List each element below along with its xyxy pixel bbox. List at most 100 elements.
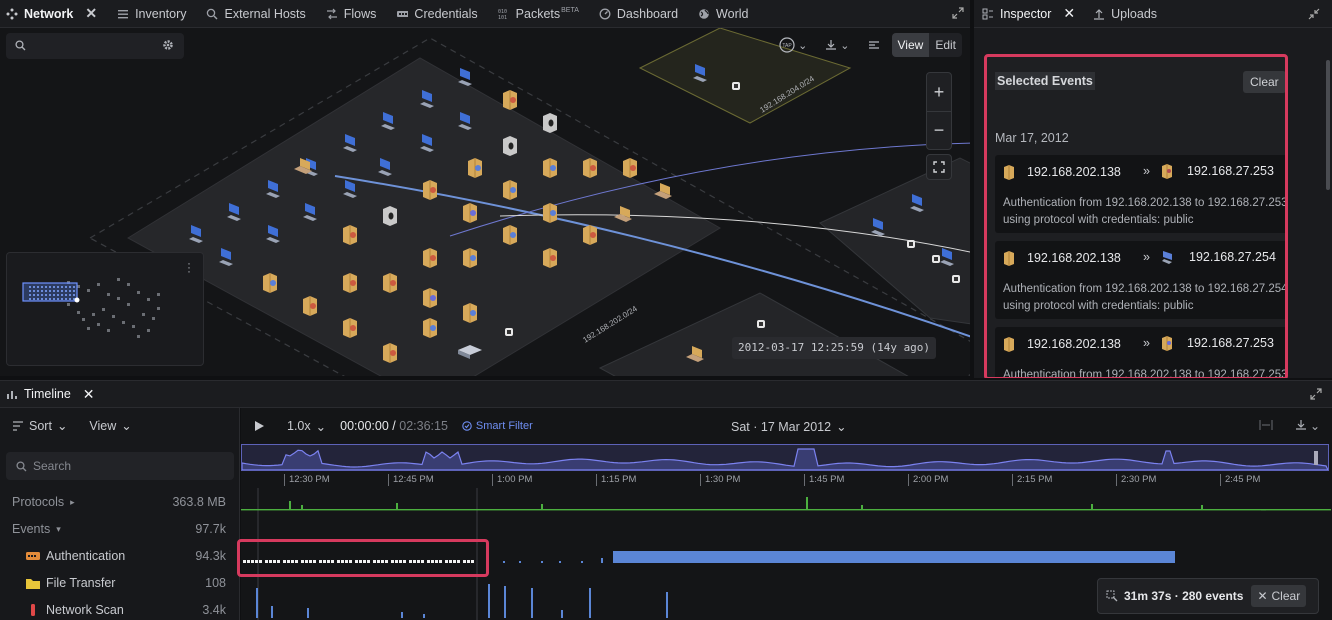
minimap[interactable]: · · ·: [6, 252, 204, 366]
event-header: 192.168.202.138 » 192.168.27.253: [1003, 336, 1274, 352]
zoom-out-button[interactable]: −: [927, 111, 951, 149]
server-icon[interactable]: [263, 273, 277, 293]
minimap-viewport[interactable]: [22, 282, 78, 302]
download-button[interactable]: ⌄: [1295, 419, 1320, 433]
linux-server-icon[interactable]: [503, 136, 517, 156]
server-icon[interactable]: [423, 288, 437, 308]
node-dot[interactable]: [907, 240, 915, 248]
view-button[interactable]: View ⌄: [89, 418, 131, 434]
zoom-in-button[interactable]: +: [927, 73, 951, 111]
more-icon[interactable]: · · ·: [187, 257, 191, 277]
server-icon[interactable]: [503, 180, 517, 200]
network-icon: [6, 8, 18, 20]
event-card[interactable]: 192.168.202.138 » 192.168.27.253 Authent…: [995, 327, 1285, 377]
server-icon[interactable]: [423, 180, 437, 200]
timestamp-badge: 2012-03-17 12:25:59 (14y ago): [732, 337, 937, 359]
server-icon[interactable]: [583, 158, 597, 178]
collapse-icon[interactable]: [1308, 8, 1320, 20]
tap-button[interactable]: TAP ⌄: [773, 33, 813, 57]
server-icon[interactable]: [468, 158, 482, 178]
edit-mode-button[interactable]: Edit: [929, 33, 962, 57]
category-label: Events: [12, 522, 51, 536]
node-dot[interactable]: [757, 320, 765, 328]
tab-external-hosts[interactable]: External Hosts: [200, 0, 319, 28]
expand-icon[interactable]: [1310, 388, 1322, 400]
tab-world[interactable]: World: [692, 0, 762, 28]
category-events[interactable]: Events ▾ 97.7k: [12, 522, 226, 536]
server-icon[interactable]: [503, 90, 517, 110]
download-button[interactable]: ⌄: [819, 33, 855, 57]
category-file-transfer[interactable]: File Transfer 108: [26, 576, 226, 590]
speed-selector[interactable]: 1.0x ⌄: [287, 419, 326, 434]
server-icon[interactable]: [423, 248, 437, 268]
server-icon[interactable]: [503, 225, 517, 245]
expand-icon[interactable]: [952, 7, 964, 19]
server-icon[interactable]: [343, 318, 357, 338]
tab-timeline[interactable]: Timeline ✕: [0, 386, 95, 403]
node-dot[interactable]: [732, 82, 740, 90]
node-dot[interactable]: [505, 328, 513, 336]
network-toolbar: TAP ⌄ ⌄ View Edit: [773, 33, 962, 57]
inspector-scrollbar[interactable]: [1326, 60, 1330, 190]
server-icon[interactable]: [543, 203, 557, 223]
server-icon[interactable]: [423, 318, 437, 338]
server-icon[interactable]: [303, 296, 317, 316]
clear-selection-button[interactable]: Clear: [1243, 71, 1285, 93]
server-icon[interactable]: [543, 248, 557, 268]
server-icon[interactable]: [383, 273, 397, 293]
tab-credentials[interactable]: Credentials: [390, 0, 491, 28]
server-icon[interactable]: [383, 343, 397, 363]
time-current: 00:00:00: [340, 419, 389, 433]
tab-uploads[interactable]: Uploads: [1085, 7, 1167, 21]
tab-inventory[interactable]: Inventory: [111, 0, 200, 28]
close-icon[interactable]: ✕: [85, 5, 97, 22]
node-dot[interactable]: [952, 275, 960, 283]
tab-dashboard[interactable]: Dashboard: [593, 0, 692, 28]
clear-label: Clear: [1271, 589, 1301, 603]
node-dot[interactable]: [932, 255, 940, 263]
event-card[interactable]: 192.168.202.138 » 192.168.27.254 Authent…: [995, 241, 1285, 319]
smart-filter-toggle[interactable]: Smart Filter: [462, 420, 533, 432]
server-icon[interactable]: [343, 273, 357, 293]
category-network-scan[interactable]: Network Scan 3.4k: [26, 603, 226, 617]
timeline-overview[interactable]: [241, 444, 1329, 471]
network-canvas[interactable]: 192.168.202.0/24 192.168.204.0/24 TAP ⌄ …: [0, 28, 970, 376]
category-authentication[interactable]: Authentication 94.3k: [26, 549, 226, 563]
server-icon: [1004, 251, 1014, 266]
gear-icon[interactable]: [162, 39, 174, 51]
minimap-handle[interactable]: [74, 297, 80, 303]
date-selector[interactable]: Sat · 17 Mar 2012 ⌄: [731, 419, 847, 435]
linux-server-icon[interactable]: [383, 206, 397, 226]
event-card[interactable]: 192.168.202.138 » 192.168.27.253 Authent…: [995, 155, 1285, 233]
tab-network[interactable]: Network ✕: [0, 0, 111, 28]
server-icon[interactable]: [343, 225, 357, 245]
tab-packets[interactable]: 010 101 PacketsBETA: [492, 0, 593, 28]
category-protocols[interactable]: Protocols ▸ 363.8 MB: [12, 495, 226, 509]
layout-button[interactable]: [862, 33, 886, 57]
close-icon[interactable]: ✕: [1063, 5, 1075, 22]
play-icon[interactable]: [253, 420, 265, 432]
linux-server-icon[interactable]: [543, 113, 557, 133]
close-icon[interactable]: ✕: [83, 386, 95, 403]
server-icon[interactable]: [463, 303, 477, 323]
range-handle[interactable]: [1314, 451, 1318, 465]
view-mode-button[interactable]: View: [891, 33, 930, 57]
tab-flows[interactable]: Flows: [320, 0, 391, 28]
server-icon[interactable]: [543, 158, 557, 178]
timeline-selection-box[interactable]: [237, 539, 489, 577]
tab-inspector[interactable]: Inspector ✕: [974, 5, 1085, 22]
sort-button[interactable]: Sort ⌄: [12, 418, 67, 433]
server-icon[interactable]: [623, 158, 637, 178]
server-icon[interactable]: [463, 248, 477, 268]
inspector-icon: [982, 8, 993, 19]
server-icon[interactable]: [583, 225, 597, 245]
server-icon[interactable]: [463, 203, 477, 223]
timeline-search-input[interactable]: Search: [6, 452, 234, 480]
network-search[interactable]: [6, 33, 184, 59]
time-tick-label: 2:30 PM: [1116, 474, 1156, 486]
fit-range-icon[interactable]: [1259, 419, 1273, 431]
time-tick-label: 2:00 PM: [908, 474, 948, 486]
fit-view-button[interactable]: [926, 154, 952, 180]
clear-selection-button[interactable]: ✕ Clear: [1251, 585, 1307, 607]
time-tick-label: 2:45 PM: [1220, 474, 1260, 486]
